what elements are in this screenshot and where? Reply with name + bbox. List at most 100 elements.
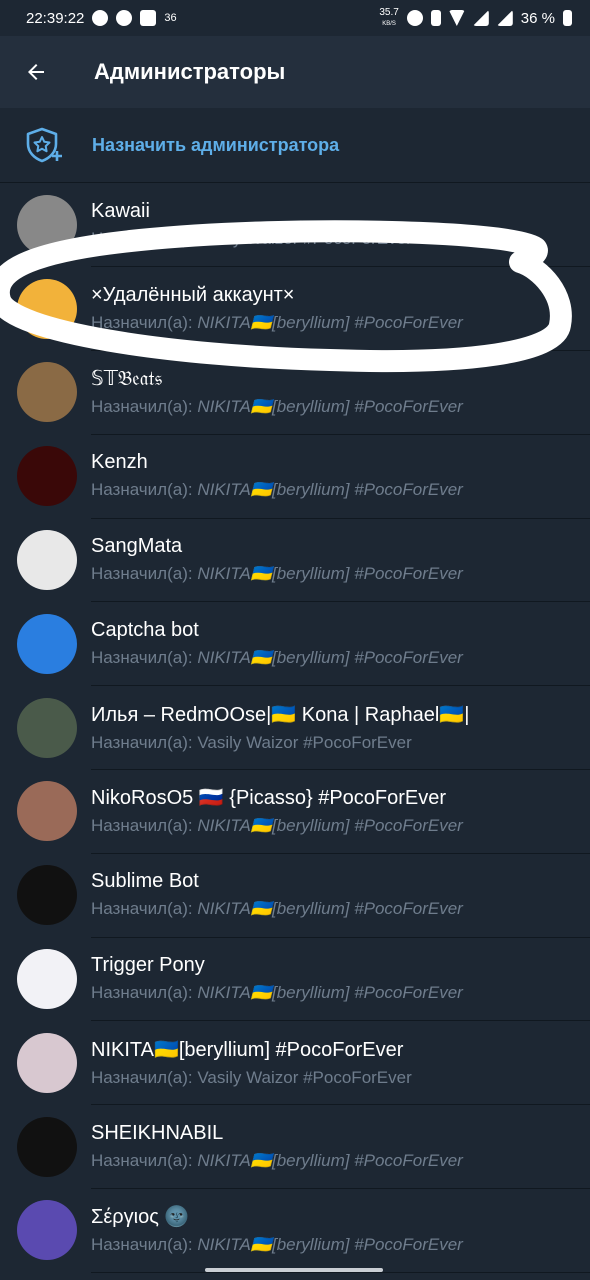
admin-promoted-by: Назначил(а): Vasily Waizor #PocoForEver bbox=[91, 1068, 590, 1088]
promoted-by-label: Назначил(а): bbox=[91, 647, 193, 667]
promoted-by-user: NIKITA🇺🇦[beryllium] #PocoForEver bbox=[197, 816, 463, 836]
avatar bbox=[17, 362, 77, 423]
status-bar: 22:39:22 36 35.7 KB/S 36 % bbox=[0, 0, 590, 36]
app-bar: Администраторы bbox=[0, 36, 590, 108]
promoted-by-label: Назначил(а): bbox=[91, 397, 193, 417]
promoted-by-label: Назначил(а): bbox=[91, 899, 193, 919]
admin-name: Sublime Bot bbox=[91, 870, 199, 893]
admin-promoted-by: Назначил(а): Vasily Waizor #PocoForEver bbox=[91, 229, 590, 249]
admin-row[interactable]: SHEIKHNABIL Назначил(а): NIKITA🇺🇦[berylli… bbox=[0, 1105, 590, 1190]
admin-row[interactable]: Captcha bot Назначил(а): NIKITA🇺🇦[berylli… bbox=[0, 601, 590, 687]
admin-promoted-by: Назначил(а): NIKITA🇺🇦[beryllium] #PocoFo… bbox=[91, 816, 590, 836]
bluetooth-icon bbox=[430, 10, 441, 26]
admin-name: Captcha bot bbox=[91, 618, 199, 641]
admin-name: NIKITA🇺🇦[beryllium] #PocoForEver bbox=[91, 1038, 404, 1061]
admin-row[interactable]: Kawaii Назначил(а): Vasily Waizor #PocoFo… bbox=[0, 183, 590, 268]
admin-promoted-by: Назначил(а): NIKITA🇺🇦[beryllium] #PocoFo… bbox=[91, 648, 590, 668]
promoted-by-user: NIKITA🇺🇦[beryllium] #PocoForEver bbox=[197, 983, 463, 1003]
admin-name: Σέργιος 🌚 bbox=[91, 1206, 190, 1229]
admin-texts: Kenzh Назначил(а): NIKITA🇺🇦[beryllium] #P… bbox=[91, 434, 590, 519]
admin-promoted-by: Назначил(а): Vasily Waizor #PocoForEver bbox=[91, 733, 590, 753]
avatar bbox=[17, 194, 77, 255]
network-speed: 35.7 KB/S bbox=[379, 6, 399, 29]
promoted-by-user: NIKITA🇺🇦[beryllium] #PocoForEver bbox=[197, 312, 463, 332]
arrow-left-icon[interactable] bbox=[24, 60, 48, 84]
promoted-by-user: NIKITA🇺🇦[beryllium] #PocoForEver bbox=[197, 480, 463, 500]
battery-level: 36 % bbox=[520, 9, 555, 27]
admin-name: Илья – RedmOOse|🇺🇦 Kona | Raphael🇺🇦| bbox=[91, 703, 470, 726]
admin-name: Kenzh bbox=[91, 451, 148, 474]
avatar bbox=[17, 865, 77, 926]
home-handle[interactable] bbox=[205, 1268, 383, 1272]
admin-promoted-by: Назначил(а): NIKITA🇺🇦[beryllium] #PocoFo… bbox=[91, 983, 590, 1003]
assign-admin-button[interactable]: Назначить администратора bbox=[0, 108, 590, 183]
admin-promoted-by: Назначил(а): NIKITA🇺🇦[beryllium] #PocoFo… bbox=[91, 397, 590, 417]
alarm-icon bbox=[406, 10, 423, 26]
admin-name: 𝕊𝕋𝔅𝔢𝔞𝔱𝔰 bbox=[91, 368, 163, 391]
clock: 22:39:22 bbox=[26, 9, 85, 27]
admin-row[interactable]: Sublime Bot Назначил(а): NIKITA🇺🇦[berylli… bbox=[0, 853, 590, 938]
promoted-by-user: Vasily Waizor #PocoForEver bbox=[197, 732, 412, 752]
admin-row[interactable]: Trigger Pony Назначил(а): NIKITA🇺🇦[beryll… bbox=[0, 937, 590, 1022]
admin-texts: ×Удалённый аккаунт× Назначил(а): NIKITA🇺🇦… bbox=[91, 266, 590, 352]
signal2-icon bbox=[496, 10, 513, 26]
navigation-bar bbox=[0, 1258, 590, 1280]
shield-star-plus-icon bbox=[24, 125, 64, 165]
promoted-by-user: NIKITA🇺🇦[beryllium] #PocoForEver bbox=[197, 564, 463, 584]
promoted-by-label: Назначил(а): bbox=[91, 1150, 193, 1170]
avatar bbox=[17, 278, 77, 339]
admin-name: SHEIKHNABIL bbox=[91, 1121, 224, 1144]
admin-promoted-by: Назначил(а): NIKITA🇺🇦[beryllium] #PocoFo… bbox=[91, 313, 590, 333]
admin-texts: NikoRosO5 🇷🇺 {Picasso} #PocoForEver Назна… bbox=[91, 769, 590, 854]
admin-promoted-by: Назначил(а): NIKITA🇺🇦[beryllium] #PocoFo… bbox=[91, 480, 590, 500]
notification-count: 36 bbox=[164, 12, 177, 24]
avatar bbox=[17, 781, 77, 842]
promoted-by-user: NIKITA🇺🇦[beryllium] #PocoForEver bbox=[197, 1150, 463, 1170]
promoted-by-label: Назначил(а): bbox=[91, 1235, 193, 1255]
promoted-by-user: Vasily Waizor #PocoForEver bbox=[197, 1067, 412, 1087]
messenger-icon bbox=[92, 10, 109, 26]
promoted-by-label: Назначил(а): bbox=[91, 983, 193, 1003]
promoted-by-user: NIKITA🇺🇦[beryllium] #PocoForEver bbox=[197, 397, 463, 417]
avatar bbox=[17, 1116, 77, 1177]
network-speed-unit: KB/S bbox=[382, 20, 396, 27]
admin-name: SangMata bbox=[91, 535, 183, 558]
admin-promoted-by: Назначил(а): NIKITA🇺🇦[beryllium] #PocoFo… bbox=[91, 1151, 590, 1171]
admin-row[interactable]: Kenzh Назначил(а): NIKITA🇺🇦[beryllium] #P… bbox=[0, 434, 590, 519]
admin-name: NikoRosO5 🇷🇺 {Picasso} #PocoForEver bbox=[91, 787, 447, 810]
promoted-by-user: NIKITA🇺🇦[beryllium] #PocoForEver bbox=[197, 1235, 463, 1255]
admin-texts: Sublime Bot Назначил(а): NIKITA🇺🇦[berylli… bbox=[91, 853, 590, 938]
admin-promoted-by: Назначил(а): NIKITA🇺🇦[beryllium] #PocoFo… bbox=[91, 899, 590, 919]
admin-texts: Илья – RedmOOse|🇺🇦 Kona | Raphael🇺🇦| Назн… bbox=[91, 685, 590, 771]
admin-row[interactable]: NikoRosO5 🇷🇺 {Picasso} #PocoForEver Назна… bbox=[0, 770, 590, 854]
admin-texts: Trigger Pony Назначил(а): NIKITA🇺🇦[beryll… bbox=[91, 937, 590, 1022]
promoted-by-user: NIKITA🇺🇦[beryllium] #PocoForEver bbox=[197, 647, 463, 667]
admin-name: Trigger Pony bbox=[91, 954, 205, 977]
admin-row[interactable]: SangMata Назначил(а): NIKITA🇺🇦[beryllium]… bbox=[0, 518, 590, 603]
promoted-by-label: Назначил(а): bbox=[91, 1067, 193, 1087]
signal-icon bbox=[472, 10, 489, 26]
sigma-icon bbox=[140, 10, 157, 26]
admin-texts: Captcha bot Назначил(а): NIKITA🇺🇦[berylli… bbox=[91, 601, 590, 687]
admin-row[interactable]: NIKITA🇺🇦[beryllium] #PocoForEver Назначил… bbox=[0, 1021, 590, 1106]
promoted-by-label: Назначил(а): bbox=[91, 312, 193, 332]
avatar bbox=[17, 1200, 77, 1261]
promoted-by-label: Назначил(а): bbox=[91, 816, 193, 836]
admin-list: Kawaii Назначил(а): Vasily Waizor #PocoFo… bbox=[0, 183, 590, 1273]
admin-name: Kawaii bbox=[91, 199, 150, 222]
avatar bbox=[17, 530, 77, 591]
admin-texts: SangMata Назначил(а): NIKITA🇺🇦[beryllium]… bbox=[91, 518, 590, 603]
admin-promoted-by: Назначил(а): NIKITA🇺🇦[beryllium] #PocoFo… bbox=[91, 564, 590, 584]
admin-row[interactable]: Илья – RedmOOse|🇺🇦 Kona | Raphael🇺🇦| Назн… bbox=[0, 685, 590, 771]
wifi-icon bbox=[448, 10, 465, 26]
page-title: Администраторы bbox=[94, 59, 286, 84]
promoted-by-label: Назначил(а): bbox=[91, 564, 193, 584]
admin-row[interactable]: ×Удалённый аккаунт× Назначил(а): NIKITA🇺🇦… bbox=[0, 266, 590, 352]
promoted-by-user: NIKITA🇺🇦[beryllium] #PocoForEver bbox=[197, 899, 463, 919]
avatar bbox=[17, 949, 77, 1010]
promoted-by-user: Vasily Waizor #PocoForEver bbox=[197, 228, 412, 248]
network-speed-value: 35.7 bbox=[379, 6, 399, 18]
admin-name: ×Удалённый аккаунт× bbox=[91, 283, 295, 306]
battery-icon bbox=[563, 10, 572, 26]
admin-row[interactable]: 𝕊𝕋𝔅𝔢𝔞𝔱𝔰 Назначил(а): NIKITA🇺🇦[beryllium] … bbox=[0, 351, 590, 435]
